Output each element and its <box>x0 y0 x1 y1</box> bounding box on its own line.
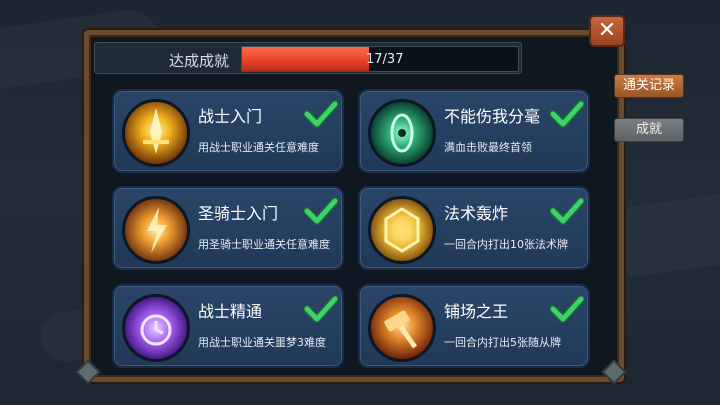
achievement-description: 一回合内打出10张法术牌 <box>444 238 568 251</box>
achievement-title: 法术轰炸 <box>444 204 509 223</box>
checkmark-icon <box>304 197 338 225</box>
achievement-title: 不能伤我分毫 <box>444 107 541 126</box>
golden-hexagon-icon <box>368 196 436 264</box>
checkmark-icon <box>304 100 338 128</box>
progress-bar: 17/37 <box>241 46 519 72</box>
fire-hammer-icon <box>368 294 436 362</box>
achievement-description: 满血击败最终首领 <box>444 141 532 154</box>
achievement-card[interactable]: 法术轰炸 一回合内打出10张法术牌 <box>358 186 590 270</box>
warrior-sword-icon <box>122 99 190 167</box>
achievement-title: 铺场之王 <box>444 302 509 321</box>
checkmark-icon <box>550 295 584 323</box>
checkmark-icon <box>550 197 584 225</box>
tab-clear-records[interactable]: 通关记录 <box>614 74 684 98</box>
achievement-card[interactable]: 圣骑士入门 用圣骑士职业通关任意难度 <box>112 186 344 270</box>
achievement-description: 用战士职业通关噩梦3难度 <box>198 336 326 349</box>
achievement-title: 战士入门 <box>198 107 263 126</box>
achievement-description: 用战士职业通关任意难度 <box>198 141 319 154</box>
achievement-description: 用圣骑士职业通关任意难度 <box>198 238 330 251</box>
achievement-card[interactable]: 战士精通 用战士职业通关噩梦3难度 <box>112 284 344 368</box>
purple-clock-icon <box>122 294 190 362</box>
green-shield-icon <box>368 99 436 167</box>
achievement-card[interactable]: 战士入门 用战士职业通关任意难度 <box>112 89 344 173</box>
achievement-card[interactable]: 不能伤我分毫 满血击败最终首领 <box>358 89 590 173</box>
achievement-title: 圣骑士入门 <box>198 204 279 223</box>
checkmark-icon <box>550 100 584 128</box>
achievement-title: 战士精通 <box>198 302 263 321</box>
achievement-progress-row: 达成成就 17/37 <box>94 42 522 74</box>
progress-fill <box>242 47 369 71</box>
progress-text: 17/37 <box>366 52 404 67</box>
achievement-card[interactable]: 铺场之王 一回合内打出5张随从牌 <box>358 284 590 368</box>
paladin-lightning-icon <box>122 196 190 264</box>
tab-achievements[interactable]: 成就 <box>614 118 684 142</box>
progress-label: 达成成就 <box>169 52 230 70</box>
achievement-description: 一回合内打出5张随从牌 <box>444 336 561 349</box>
checkmark-icon <box>304 295 338 323</box>
close-button[interactable]: ✕ <box>589 15 625 47</box>
